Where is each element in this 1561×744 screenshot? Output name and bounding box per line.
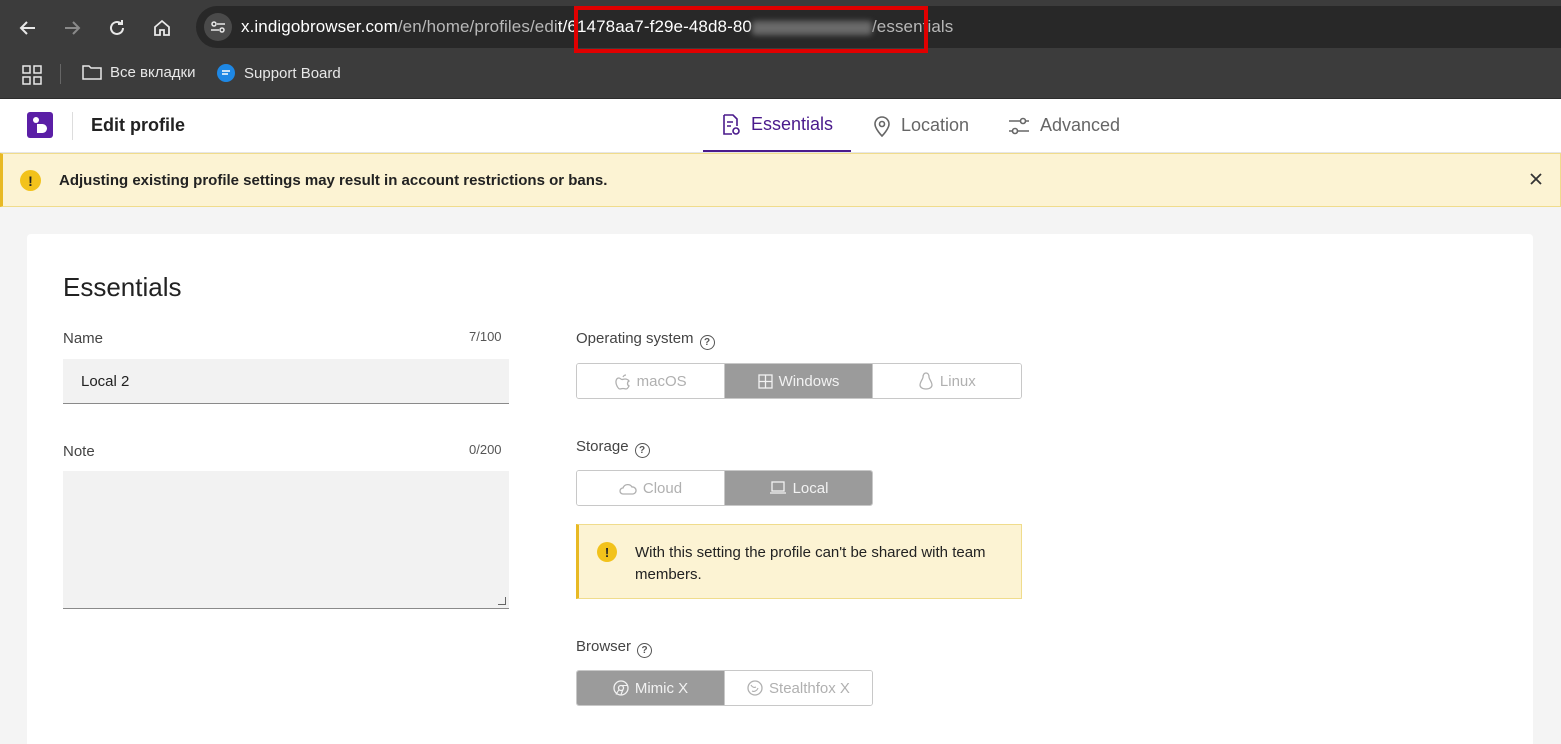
- bookmarks-bar: Все вкладки Support Board: [0, 56, 1561, 99]
- note-label: Note: [63, 443, 95, 460]
- tab-essentials[interactable]: Essentials: [703, 99, 852, 152]
- os-selector: macOS Windows Linux: [576, 363, 1022, 399]
- browser-option-mimic[interactable]: Mimic X: [577, 671, 725, 705]
- tab-advanced[interactable]: Advanced: [990, 99, 1138, 152]
- reload-icon: [110, 20, 124, 35]
- os-label-text: Operating system: [576, 330, 694, 347]
- browser-label-text: Browser: [576, 638, 632, 655]
- name-input[interactable]: [63, 359, 509, 404]
- apple-icon: [614, 374, 630, 390]
- chat-icon: [217, 64, 235, 82]
- storage-option-local[interactable]: Local: [725, 471, 872, 505]
- tab-label: Location: [901, 115, 970, 135]
- apps-button[interactable]: [22, 65, 42, 90]
- url-highlight-box: [574, 6, 928, 53]
- laptop-icon: [769, 481, 786, 494]
- tune-icon: [211, 21, 225, 33]
- storage-warning-text: With this setting the profile can't be s…: [635, 544, 986, 583]
- bookmark-label: Все вкладки: [110, 63, 196, 81]
- url-path: /en/home/profiles/edi: [397, 17, 558, 36]
- note-counter: 0/200: [469, 442, 502, 457]
- arrow-left-icon: [19, 21, 35, 35]
- os-option-windows[interactable]: Windows: [725, 364, 873, 398]
- storage-selector: Cloud Local: [576, 470, 873, 506]
- close-banner-button[interactable]: [1530, 169, 1542, 190]
- app-logo[interactable]: [27, 112, 53, 138]
- app-header: Edit profile Essentials Location Advance…: [0, 99, 1561, 153]
- storage-warning: ! With this setting the profile can't be…: [576, 524, 1022, 599]
- section-title: Essentials: [63, 272, 182, 302]
- storage-option-cloud[interactable]: Cloud: [577, 471, 725, 505]
- home-button[interactable]: [144, 10, 180, 46]
- browser-label: Browser?: [576, 638, 653, 658]
- page-title: Edit profile: [91, 115, 185, 135]
- cloud-icon: [619, 483, 637, 495]
- help-icon[interactable]: ?: [637, 643, 653, 658]
- essentials-card: Essentials Name 7/100 Note 0/200 Operati…: [27, 234, 1533, 744]
- os-option-macos[interactable]: macOS: [577, 364, 726, 398]
- os-option-label: Linux: [939, 372, 976, 390]
- help-icon[interactable]: ?: [634, 443, 650, 458]
- back-button[interactable]: [10, 10, 46, 46]
- browser-option-label: Mimic X: [634, 679, 689, 697]
- browser-option-label: Stealthfox X: [769, 679, 850, 697]
- bookmark-all-tabs[interactable]: Все вкладки: [82, 63, 196, 81]
- resize-handle[interactable]: [498, 597, 506, 605]
- reload-button[interactable]: [99, 10, 135, 46]
- folder-icon: [82, 65, 102, 80]
- sliders-icon: [1009, 117, 1029, 134]
- warning-banner: ! Adjusting existing profile settings ma…: [0, 153, 1561, 207]
- tab-label: Essentials: [751, 114, 834, 134]
- bookmark-support-board[interactable]: Support Board: [216, 63, 341, 83]
- help-icon[interactable]: ?: [699, 335, 715, 350]
- site-info-button[interactable]: [204, 13, 232, 41]
- storage-label: Storage?: [576, 438, 650, 458]
- document-gear-icon: [723, 113, 740, 135]
- tab-location[interactable]: Location: [855, 99, 987, 152]
- url-host: x.indigobrowser.com: [241, 17, 398, 36]
- windows-icon: [757, 373, 773, 389]
- forward-button[interactable]: [54, 10, 90, 46]
- banner-text: Adjusting existing profile settings may …: [59, 172, 608, 189]
- os-option-label: macOS: [636, 372, 687, 390]
- name-counter: 7/100: [469, 329, 502, 344]
- storage-option-label: Local: [792, 479, 829, 497]
- browser-option-stealthfox[interactable]: Stealthfox X: [725, 671, 872, 705]
- os-option-label: Windows: [778, 372, 840, 390]
- storage-label-text: Storage: [576, 438, 629, 455]
- arrow-right-icon: [65, 21, 81, 35]
- chrome-icon: [613, 680, 629, 696]
- warning-icon: !: [597, 542, 617, 562]
- home-icon: [154, 19, 170, 36]
- apps-grid-icon: [22, 65, 42, 85]
- browser-toolbar: x.indigobrowser.com/en/home/profiles/edi…: [0, 0, 1561, 56]
- browser-selector: Mimic X Stealthfox X: [576, 670, 873, 706]
- location-pin-icon: [874, 115, 890, 137]
- note-textarea[interactable]: [63, 471, 509, 609]
- name-label: Name: [63, 330, 104, 347]
- os-option-linux[interactable]: Linux: [872, 364, 1021, 398]
- storage-option-label: Cloud: [642, 479, 683, 497]
- bookmarks-separator: [60, 64, 61, 84]
- warning-icon: !: [20, 170, 41, 191]
- tab-label: Advanced: [1040, 115, 1121, 135]
- header-divider: [72, 112, 73, 140]
- linux-icon: [919, 372, 933, 390]
- firefox-icon: [747, 680, 763, 696]
- bookmark-label: Support Board: [244, 64, 341, 82]
- os-label: Operating system?: [576, 330, 715, 350]
- close-icon: [1530, 173, 1542, 185]
